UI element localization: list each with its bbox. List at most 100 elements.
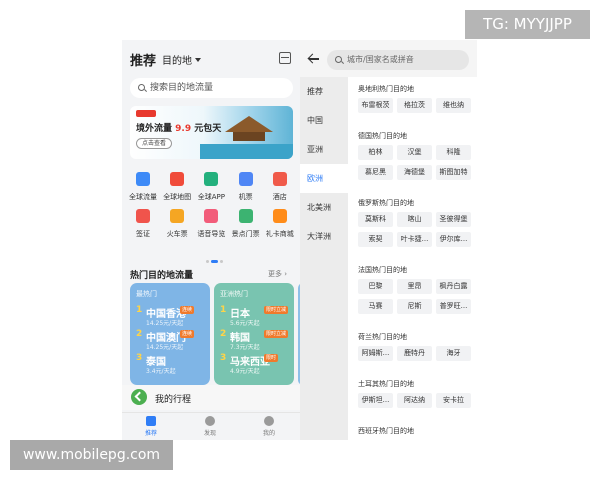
country-list: 奥地利热门目的地 布雷根茨 格拉茨 维也纳 德国热门目的地 柏林 汉堡 科隆 慕尼黑 海德堡 斯图加…	[348, 77, 477, 440]
city-chip[interactable]: 普罗旺...	[436, 299, 471, 314]
destination-dropdown[interactable]: 目的地	[162, 52, 201, 67]
banner-title-prefix: 境外流量	[136, 124, 176, 134]
city-chip[interactable]: 阿姆斯...	[358, 346, 393, 361]
hot-card[interactable]: 最热门 1 中国香港 14.25元/天起 连续 2 中国澳门 14.25元/天起 连续 3 泰国 3.…	[130, 283, 210, 385]
hotel-icon	[272, 172, 287, 186]
destination-price: 5.6元/天起	[230, 320, 260, 327]
city-chip[interactable]: 阿达纳	[397, 393, 432, 408]
promo-tag: 连续	[180, 330, 195, 338]
search-placeholder: 搜索目的地流量	[150, 83, 214, 93]
nav-item-2[interactable]: 我的	[249, 416, 289, 437]
service-label: 全球流量	[129, 193, 157, 201]
country-section-title: 俄罗斯热门目的地	[358, 199, 414, 207]
city-chip[interactable]: 维也纳	[436, 98, 471, 113]
bottom-nav: 推荐 发现 我的	[122, 412, 300, 440]
service-hotel[interactable]: 酒店	[263, 172, 297, 202]
service-ticket[interactable]: 景点门票	[229, 209, 263, 239]
service-label: 全球APP	[197, 193, 225, 201]
region-item[interactable]: 欧洲	[300, 164, 348, 193]
service-train[interactable]: 火车票	[160, 209, 194, 239]
site-watermark: www.mobilepg.com	[10, 440, 173, 470]
banner-sea-image	[200, 144, 293, 159]
city-chip[interactable]: 柏林	[358, 145, 393, 160]
train-icon	[170, 209, 185, 223]
city-chip[interactable]: 枫丹白露	[436, 279, 471, 294]
city-chip[interactable]: 布雷根茨	[358, 98, 393, 113]
my-trip-label: 我的行程	[155, 395, 192, 405]
city-chip[interactable]: 斯图加特	[436, 165, 471, 180]
city-chip[interactable]: 海牙	[436, 346, 471, 361]
promo-tag: 连续	[180, 306, 195, 314]
recommend-icon	[146, 416, 156, 426]
destination-price: 7.3元/天起	[230, 344, 260, 351]
rank-number: 1	[136, 305, 143, 315]
destination-price: 3.4元/天起	[146, 368, 176, 375]
city-chip[interactable]: 索契	[358, 232, 393, 247]
search-input[interactable]: 搜索目的地流量	[130, 78, 293, 98]
city-chip[interactable]: 叶卡捷...	[397, 232, 432, 247]
scan-icon[interactable]	[279, 52, 291, 64]
city-search-input[interactable]: 城市/国家名或拼音	[327, 50, 469, 70]
service-label: 火车票	[166, 230, 188, 238]
back-arrow-icon[interactable]	[308, 54, 319, 64]
city-chip[interactable]: 慕尼黑	[358, 165, 393, 180]
banner-price: 9.9	[175, 124, 192, 134]
destination-price: 4.9元/天起	[230, 368, 260, 375]
promo-banner[interactable]: 境外流量 9.9 元包天 点击查看	[130, 106, 293, 159]
city-chip[interactable]: 安卡拉	[436, 393, 471, 408]
more-link[interactable]: 更多 ›	[268, 269, 287, 279]
city-chip[interactable]: 圣彼得堡	[436, 212, 471, 227]
region-item[interactable]: 中国	[300, 106, 348, 135]
region-item[interactable]: 亚洲	[300, 135, 348, 164]
my-trip-bar[interactable]: 我的行程	[122, 385, 300, 410]
city-chip[interactable]: 里昂	[397, 279, 432, 294]
indicator-dot	[220, 260, 223, 263]
city-chip[interactable]: 喀山	[397, 212, 432, 227]
service-app-store[interactable]: 全球APP	[194, 172, 228, 202]
region-list: 推荐 中国 亚洲 欧洲 北美洲 大洋洲	[300, 77, 348, 440]
page-indicator	[206, 248, 225, 267]
city-chip[interactable]: 科隆	[436, 145, 471, 160]
banner-hut-base	[233, 132, 265, 141]
city-chip[interactable]: 伊尔库...	[436, 232, 471, 247]
city-chip[interactable]: 海德堡	[397, 165, 432, 180]
service-gift[interactable]: 礼卡商城	[263, 209, 297, 239]
indicator-dot	[206, 260, 209, 263]
service-label: 酒店	[272, 193, 287, 201]
service-label: 签证	[136, 230, 150, 238]
city-chip[interactable]: 莫斯科	[358, 212, 393, 227]
profile-icon	[264, 416, 274, 426]
city-chip[interactable]: 鹿特丹	[397, 346, 432, 361]
city-chip[interactable]: 马赛	[358, 299, 393, 314]
discover-icon	[205, 416, 215, 426]
home-screen: 推荐 目的地 搜索目的地流量 境外流量 9.9 元包天 点击查看 全球流量 全球地…	[122, 40, 300, 440]
city-chip[interactable]: 巴黎	[358, 279, 393, 294]
service-map-pin[interactable]: 全球地图	[160, 172, 194, 202]
destination-label: 目的地	[162, 56, 192, 67]
city-chip[interactable]: 伊斯坦...	[358, 393, 393, 408]
region-item[interactable]: 北美洲	[300, 193, 348, 222]
service-label: 礼卡商城	[265, 230, 294, 238]
nav-label: 发现	[203, 430, 216, 437]
hot-card[interactable]: 亚洲热门 1 日本 5.6元/天起 限时立减 2 韩国 7.3元/天起 限时立减 3 马来西亚 4.9…	[214, 283, 294, 385]
ticket-icon	[238, 209, 253, 223]
city-chip[interactable]: 汉堡	[397, 145, 432, 160]
rank-number: 2	[220, 329, 227, 339]
country-section-title: 奥地利热门目的地	[358, 85, 414, 93]
service-visa[interactable]: 签证	[126, 209, 160, 239]
headphones-icon	[204, 209, 219, 223]
nav-item-0[interactable]: 推荐	[131, 416, 171, 437]
nav-item-1[interactable]: 发现	[190, 416, 230, 437]
service-global-data[interactable]: 全球流量	[126, 172, 160, 202]
region-item[interactable]: 大洋洲	[300, 222, 348, 251]
banner-view-button[interactable]: 点击查看	[136, 138, 173, 149]
city-search-placeholder: 城市/国家名或拼音	[347, 55, 414, 64]
region-item[interactable]: 推荐	[300, 77, 348, 106]
service-headphones[interactable]: 语音导览	[194, 209, 228, 239]
service-airplane[interactable]: 机票	[229, 172, 263, 202]
city-chip[interactable]: 格拉茨	[397, 98, 432, 113]
search-icon	[335, 56, 342, 63]
city-chip[interactable]: 尼斯	[397, 299, 432, 314]
nav-label: 我的	[262, 430, 275, 437]
banner-title-suffix: 元包天	[191, 124, 222, 134]
